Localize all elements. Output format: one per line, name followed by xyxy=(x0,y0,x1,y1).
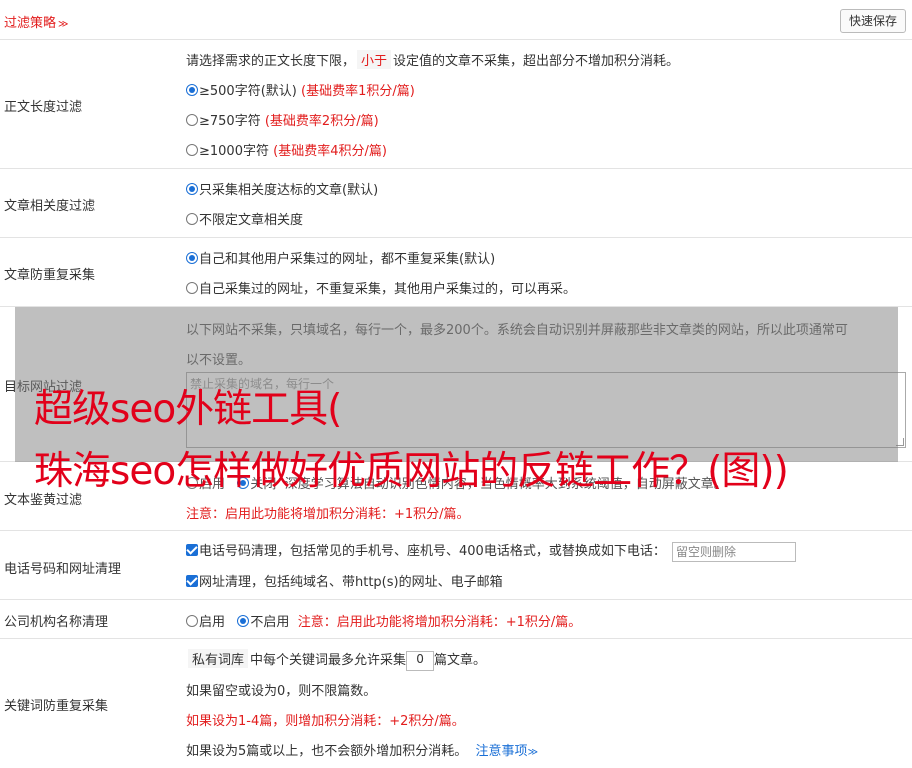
watermark-line-1: 超级seo外链工具( xyxy=(34,387,342,432)
row-phone-clean: 电话号码和网址清理 电话号码清理，包括常见的手机号、座机号、400电话格式，或替… xyxy=(0,531,912,600)
checkbox-phone[interactable] xyxy=(186,544,198,556)
checkbox-url[interactable] xyxy=(186,575,198,587)
row-label: 正文长度过滤 xyxy=(4,100,83,115)
option-note: (基础费率4积分/篇) xyxy=(273,144,387,159)
tag-less-than: 小于 xyxy=(357,50,392,69)
notes-link[interactable]: 注意事项≫ xyxy=(476,744,538,759)
row-label: 关键词防重复采集 xyxy=(4,699,109,714)
row-length-filter: 正文长度过滤 请选择需求的正文长度下限， 小于 设定值的文章不采集，超出部分不增加积… xyxy=(0,40,912,169)
radio-button[interactable] xyxy=(186,252,198,264)
replace-phone-input[interactable]: 留空则删除 xyxy=(671,541,796,562)
radio-button[interactable] xyxy=(186,183,198,195)
row-label: 电话号码和网址清理 xyxy=(4,562,122,577)
chevron-down-icon: ≫ xyxy=(527,747,539,758)
option-500[interactable]: ≥500字符(默认) (基础费率1积分/篇) xyxy=(186,80,415,99)
desc-text: 中每个关键词最多允许采集 xyxy=(250,653,407,668)
option-label: 只采集相关度达标的文章(默认) xyxy=(199,183,379,198)
option-label: 不限定文章相关度 xyxy=(199,213,304,228)
length-description: 请选择需求的正文长度下限， 小于 设定值的文章不采集，超出部分不增加积分消耗。 xyxy=(186,50,679,69)
private-dict-tag[interactable]: 私有词库 xyxy=(188,649,249,668)
option-1000[interactable]: ≥1000字符 (基础费率4积分/篇) xyxy=(186,140,387,159)
row-label: 文章相关度过滤 xyxy=(4,199,96,214)
option-note: (基础费率1积分/篇) xyxy=(301,84,415,99)
phone-clean-option[interactable]: 电话号码清理，包括常见的手机号、座机号、400电话格式，或替换成如下电话： 留空… xyxy=(186,540,796,562)
row-keyword-dedupe: 关键词防重复采集 私有词库 中每个关键词最多允许采集 0 篇文章。 如果留空或设为0，… xyxy=(0,639,912,768)
org-clean-note: 注意：启用此功能将增加积分消耗：+1积分/篇。 xyxy=(297,615,582,630)
option-label: 启用 xyxy=(199,615,226,630)
keyword-line-2: 如果留空或设为0，则不限篇数。 xyxy=(186,684,377,699)
keyword-line-3: 如果设为1-4篇，则增加积分消耗：+2积分/篇。 xyxy=(186,714,465,729)
option-label: ≥1000字符 xyxy=(199,144,269,159)
url-clean-option[interactable]: 网址清理，包括纯域名、带http(s)的网址、电子邮箱 xyxy=(186,571,503,590)
radio-button[interactable] xyxy=(186,144,198,156)
watermark-line-2: 珠海seo怎样做好优质网站的反链工作？(图)) xyxy=(34,449,789,494)
radio-button[interactable] xyxy=(186,213,198,225)
radio-button[interactable] xyxy=(186,84,198,96)
org-clean-options: 启用 不启用 注意：启用此功能将增加积分消耗：+1积分/篇。 xyxy=(186,611,581,630)
row-relevance-filter: 文章相关度过滤 只采集相关度达标的文章(默认) 不限定文章相关度 xyxy=(0,169,912,238)
desc-text: 设定值的文章不采集，超出部分不增加积分消耗。 xyxy=(393,54,680,69)
radio-button[interactable] xyxy=(186,282,198,294)
option-dedupe-all[interactable]: 自己和其他用户采集过的网址，都不重复采集(默认) xyxy=(186,248,495,267)
option-label: 网址清理，包括纯域名、带http(s)的网址、电子邮箱 xyxy=(199,575,503,590)
option-label: 不启用 xyxy=(250,615,290,630)
option-relevance-any[interactable]: 不限定文章相关度 xyxy=(186,209,303,228)
radio-disable[interactable] xyxy=(237,615,250,627)
chevron-down-icon: ≫ xyxy=(58,19,69,30)
desc-text: 如果设为5篇或以上，也不会额外增加积分消耗。 xyxy=(186,744,468,759)
option-750[interactable]: ≥750字符 (基础费率2积分/篇) xyxy=(186,110,379,129)
option-label: 电话号码清理，包括常见的手机号、座机号、400电话格式，或替换成如下电话： xyxy=(199,544,666,559)
row-org-clean: 公司机构名称清理 启用 不启用 注意：启用此功能将增加积分消耗：+1积分/篇。 xyxy=(0,600,912,639)
row-label: 文章防重复采集 xyxy=(4,268,96,283)
keyword-limit-line: 私有词库 中每个关键词最多允许采集 0 篇文章。 xyxy=(186,649,486,671)
option-note: (基础费率2积分/篇) xyxy=(264,114,379,129)
section-title-label: 过滤策略 xyxy=(4,16,57,31)
section-title[interactable]: 过滤策略 ≫ xyxy=(4,12,68,31)
filter-strategy-header: 过滤策略 ≫ 快速保存 xyxy=(0,0,912,40)
radio-enable[interactable] xyxy=(186,615,198,627)
quick-save-button[interactable]: 快速保存 xyxy=(839,9,906,33)
option-label: ≥500字符(默认) xyxy=(199,84,297,99)
radio-button[interactable] xyxy=(186,114,198,126)
row-label: 公司机构名称清理 xyxy=(4,615,109,630)
desc-text: 请选择需求的正文长度下限， xyxy=(186,54,356,69)
porn-filter-note: 注意：启用此功能将增加积分消耗：+1积分/篇。 xyxy=(186,507,470,522)
desc-text: 篇文章。 xyxy=(434,653,487,668)
option-label: ≥750字符 xyxy=(199,114,261,129)
option-label: 自己和其他用户采集过的网址，都不重复采集(默认) xyxy=(199,252,496,267)
keyword-limit-input[interactable]: 0 xyxy=(406,650,435,671)
option-label: 自己采集过的网址，不重复采集，其他用户采集过的，可以再采。 xyxy=(199,282,577,297)
row-dedupe: 文章防重复采集 自己和其他用户采集过的网址，都不重复采集(默认) 自己采集过的网… xyxy=(0,238,912,307)
link-label: 注意事项 xyxy=(475,744,528,759)
option-dedupe-self[interactable]: 自己采集过的网址，不重复采集，其他用户采集过的，可以再采。 xyxy=(186,278,576,297)
keyword-line-4: 如果设为5篇或以上，也不会额外增加积分消耗。 注意事项≫ xyxy=(186,740,538,759)
option-relevance-only[interactable]: 只采集相关度达标的文章(默认) xyxy=(186,179,378,198)
